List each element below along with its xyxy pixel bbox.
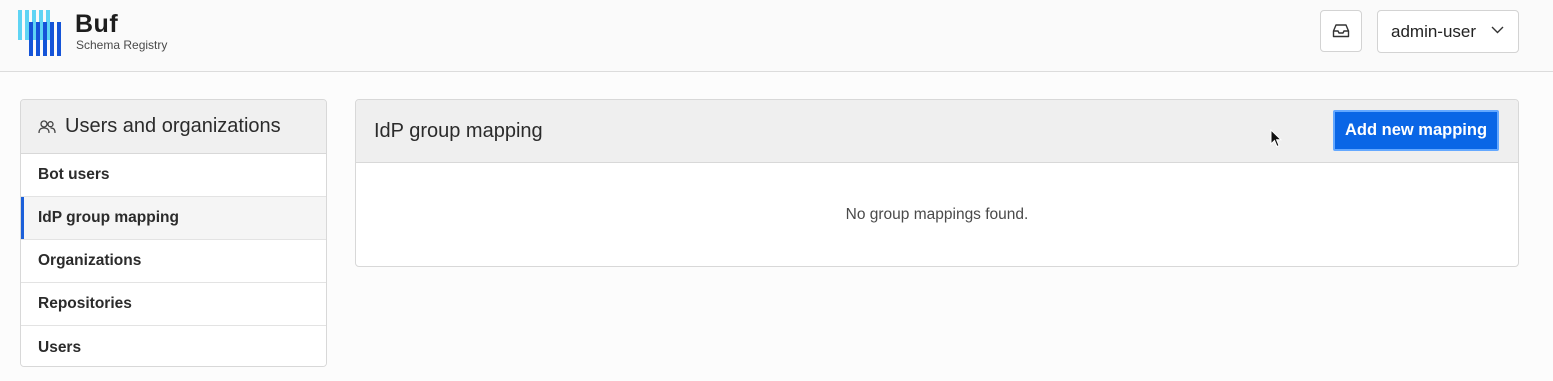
sidebar-item-label: Organizations bbox=[38, 252, 142, 269]
sidebar-item-label: IdP group mapping bbox=[38, 209, 179, 226]
buf-logo[interactable]: Buf Schema Registry bbox=[18, 8, 188, 58]
sidebar-item-repositories[interactable]: Repositories bbox=[21, 283, 326, 326]
user-menu-label: admin-user bbox=[1391, 21, 1477, 41]
top-bar: Buf Schema Registry admin-user bbox=[0, 0, 1553, 72]
mouse-cursor-icon bbox=[1270, 129, 1282, 148]
chevron-down-icon bbox=[1491, 26, 1504, 34]
user-menu-button[interactable]: admin-user bbox=[1377, 10, 1519, 53]
sidebar-item-idp-group-mapping[interactable]: IdP group mapping bbox=[21, 197, 326, 240]
empty-state-message: No group mappings found. bbox=[845, 206, 1029, 223]
sidebar-item-label: Repositories bbox=[38, 295, 132, 312]
sidebar-item-users[interactable]: Users bbox=[21, 326, 326, 366]
page-title: IdP group mapping bbox=[374, 120, 543, 142]
users-icon bbox=[38, 119, 56, 133]
inbox-icon bbox=[1332, 24, 1350, 38]
sidebar: Users and organizations Bot users IdP gr… bbox=[20, 99, 327, 367]
logo-subtitle: Schema Registry bbox=[76, 38, 168, 52]
sidebar-header: Users and organizations bbox=[21, 100, 326, 154]
panel-header: IdP group mapping Add new mapping bbox=[356, 100, 1518, 163]
buf-logo-mark-icon bbox=[18, 10, 61, 56]
sidebar-item-organizations[interactable]: Organizations bbox=[21, 240, 326, 283]
sidebar-item-label: Bot users bbox=[38, 166, 110, 183]
sidebar-item-bot-users[interactable]: Bot users bbox=[21, 154, 326, 197]
inbox-button[interactable] bbox=[1320, 10, 1362, 52]
group-mapping-panel: IdP group mapping Add new mapping No gro… bbox=[355, 99, 1519, 267]
logo-title: Buf bbox=[75, 10, 119, 38]
sidebar-item-label: Users bbox=[38, 338, 82, 356]
sidebar-title: Users and organizations bbox=[65, 115, 281, 137]
add-new-mapping-button[interactable]: Add new mapping bbox=[1333, 110, 1499, 151]
